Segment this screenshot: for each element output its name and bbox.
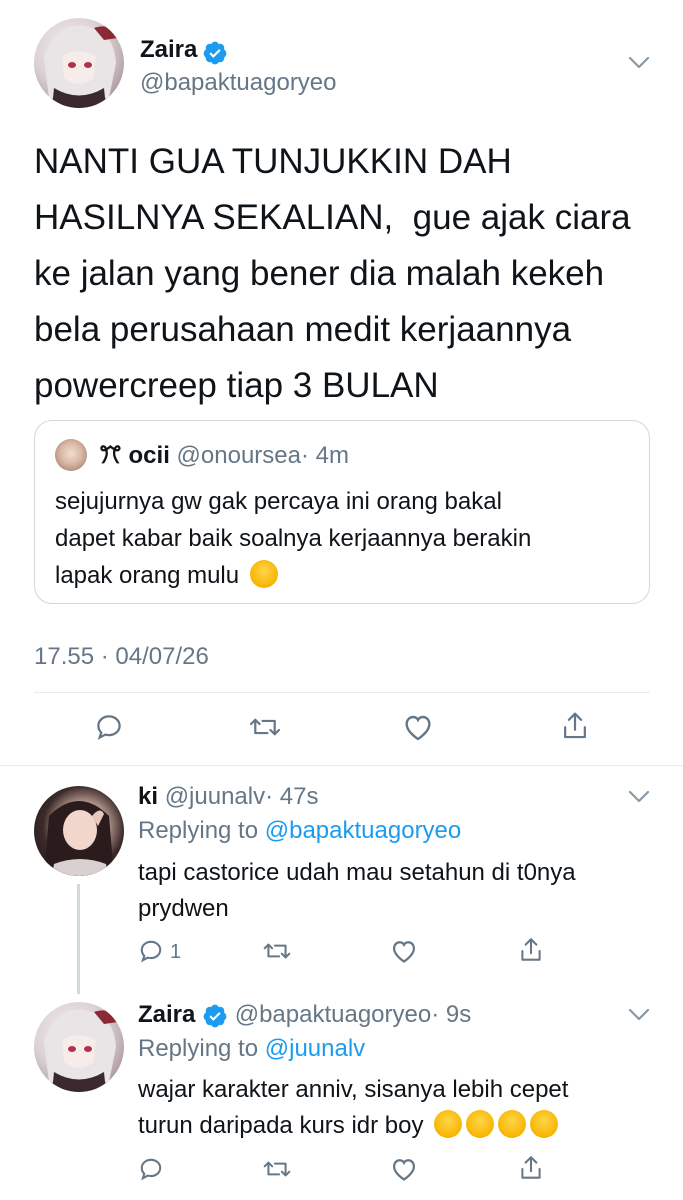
quoted-tweet-text: sejujurnya gw gak percaya ini orang baka…: [55, 483, 645, 594]
heart-icon[interactable]: [390, 938, 418, 964]
main-tweet-line: powercreep tiap 3 BULAN: [34, 366, 439, 405]
main-tweet-line: HASILNYA SEKALIAN, gue ajak ciara: [34, 198, 631, 237]
heart-icon[interactable]: [390, 1156, 418, 1182]
replying-to-label: Replying to: [138, 817, 259, 844]
quoted-author-handle: @onoursea: [176, 442, 301, 469]
main-tweet-line: NANTI GUA TUNJUKKIN DAH: [34, 142, 512, 181]
quoted-tweet-line: lapak orang mulu: [55, 562, 240, 589]
reply2-author-handle[interactable]: @bapaktuagoryeo: [235, 1001, 432, 1028]
reply2-time: · 9s: [431, 1001, 472, 1028]
main-author-name-row: Zaira: [140, 34, 228, 66]
chevron-down-icon[interactable]: [628, 790, 650, 809]
reply1-header: ki @juunalv· 47s: [138, 782, 318, 812]
reply2-replying-to: Replying to @juunalv: [138, 1034, 365, 1064]
reply2-author-name[interactable]: Zaira: [138, 1001, 195, 1028]
verified-badge-icon: [202, 40, 228, 66]
main-tweet-line: ke jalan yang bener dia malah kekeh: [34, 254, 605, 293]
reply1-author-handle[interactable]: @juunalv: [165, 783, 265, 810]
reply-icon[interactable]: [138, 1156, 164, 1182]
main-tweet-text: NANTI GUA TUNJUKKIN DAH HASILNYA SEKALIA…: [34, 134, 664, 414]
reply1-replying-to: Replying to @bapaktuagoryeo: [138, 816, 461, 846]
heart-icon[interactable]: [402, 712, 434, 742]
reply1-line: tapi castorice udah mau setahun di t0nya: [138, 859, 576, 886]
quoted-tweet-line-last: lapak orang mulu: [55, 557, 645, 594]
main-author-handle[interactable]: @bapaktuagoryeo: [140, 68, 337, 98]
quoted-time: · 4m: [301, 442, 349, 469]
reply1-reply-count: 1: [170, 941, 182, 963]
reply2-header: Zaira @bapaktuagoryeo· 9s: [138, 1000, 471, 1030]
chevron-down-icon[interactable]: [628, 1008, 650, 1027]
retweet-icon[interactable]: [262, 938, 292, 964]
divider: [0, 765, 683, 766]
verified-badge-icon: [202, 1003, 228, 1029]
retweet-icon[interactable]: [262, 1156, 292, 1182]
main-timestamp: 17.55 · 04/07/26: [34, 643, 209, 670]
share-icon[interactable]: [560, 710, 590, 742]
reply-icon[interactable]: [94, 712, 124, 742]
reply1-author-name[interactable]: ki: [138, 783, 158, 810]
replying-to-link[interactable]: @bapaktuagoryeo: [265, 817, 462, 844]
reply2-line: turun daripada kurs idr boy: [138, 1112, 424, 1139]
hugging-face-emoji-icon: [249, 560, 278, 588]
retweet-icon[interactable]: [248, 712, 282, 742]
quoted-tweet-line: sejujurnya gw gak percaya ini orang baka…: [55, 488, 502, 515]
rolling-laughing-emoji-icon: [498, 1110, 527, 1138]
thread-line: [77, 884, 80, 994]
reply2-avatar-art: [44, 1009, 118, 1092]
rolling-laughing-emoji-icon: [434, 1110, 463, 1138]
reply1-line: prydwen: [138, 895, 229, 922]
reply1-avatar[interactable]: [34, 786, 124, 876]
reply1-text: tapi castorice udah mau setahun di t0nya…: [138, 855, 658, 927]
share-icon[interactable]: [518, 936, 544, 964]
reply1-avatar-art: [44, 801, 114, 876]
reply2-line: wajar karakter anniv, sisanya lebih cepe…: [138, 1076, 569, 1103]
main-tweet-line: bela perusahaan medit kerjaannya: [34, 310, 572, 349]
rolling-laughing-emoji-icon: [466, 1110, 495, 1138]
reply2-text: wajar karakter anniv, sisanya lebih cepe…: [138, 1072, 668, 1144]
rolling-laughing-emoji-icon: [530, 1110, 559, 1138]
divider: [34, 692, 650, 693]
chevron-down-icon[interactable]: [628, 56, 650, 75]
main-avatar-art: [44, 25, 118, 108]
reply-icon[interactable]: [138, 938, 164, 964]
replying-to-link[interactable]: @juunalv: [265, 1035, 365, 1062]
replying-to-label: Replying to: [138, 1035, 259, 1062]
quoted-avatar: [55, 439, 87, 471]
quoted-tweet-line: dapet kabar baik soalnya kerjaannya bera…: [55, 525, 532, 552]
reply2-line-last: turun daripada kurs idr boy: [138, 1108, 668, 1144]
quoted-header: ꔫ ocii @onoursea· 4m: [99, 441, 349, 471]
reply1-time: · 47s: [265, 783, 319, 810]
share-icon[interactable]: [518, 1154, 544, 1182]
main-author-name[interactable]: Zaira: [140, 36, 197, 63]
reply2-avatar[interactable]: [34, 1002, 124, 1092]
quoted-author-name: ꔫ ocii: [99, 442, 170, 469]
main-avatar[interactable]: [34, 18, 124, 108]
quoted-tweet-card[interactable]: ꔫ ocii @onoursea· 4m sejujurnya gw gak p…: [34, 420, 650, 604]
